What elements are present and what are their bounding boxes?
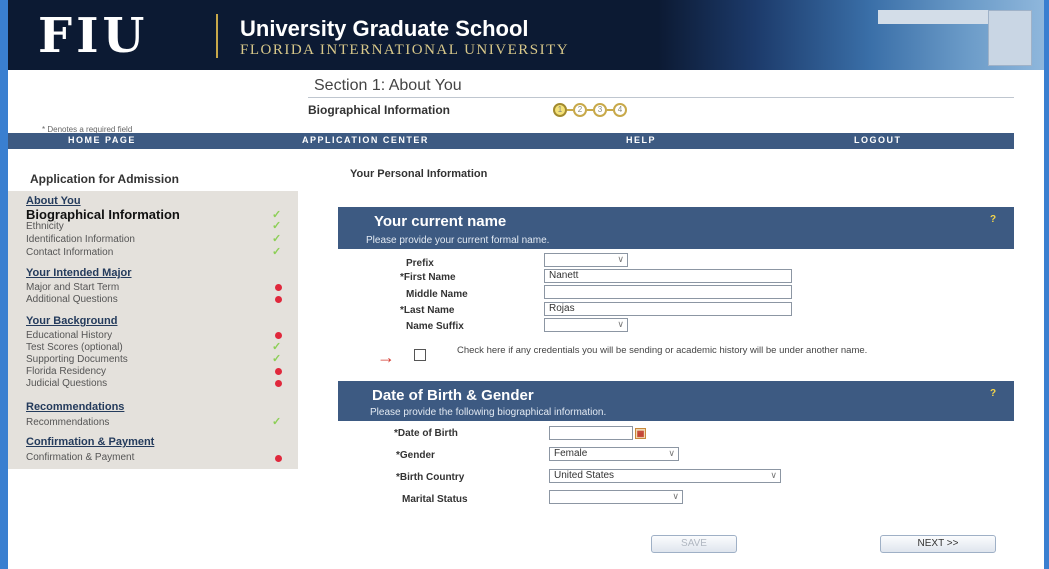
credentials-checkbox[interactable] xyxy=(414,349,426,361)
main-nav: HOME PAGE APPLICATION CENTER HELP LOGOUT xyxy=(8,133,1014,149)
sidebar-item-biographical-information[interactable]: Biographical Information xyxy=(26,207,180,222)
incomplete-dot-icon xyxy=(275,296,282,303)
sidebar-item-additional-questions[interactable]: Additional Questions xyxy=(26,294,118,305)
middle-name-field[interactable] xyxy=(544,285,792,299)
incomplete-dot-icon xyxy=(275,380,282,387)
sidebar-item-contact-information[interactable]: Contact Information xyxy=(26,247,113,258)
incomplete-dot-icon xyxy=(275,332,282,339)
sidebar-heading-about-you[interactable]: About You xyxy=(26,195,81,207)
sidebar-item-florida-residency[interactable]: Florida Residency xyxy=(26,366,106,377)
dob-field[interactable] xyxy=(549,426,633,440)
help-icon[interactable]: ? xyxy=(990,215,1002,225)
gender-label: *Gender xyxy=(396,450,435,461)
site-header: FIU University Graduate School FLORIDA I… xyxy=(8,0,1044,70)
first-name-label: *First Name xyxy=(400,272,456,283)
check-icon: ✓ xyxy=(272,416,282,428)
fiu-logo: FIU xyxy=(38,8,149,64)
university-name: FLORIDA INTERNATIONAL UNIVERSITY xyxy=(240,42,570,58)
name-suffix-select[interactable] xyxy=(544,318,628,332)
check-icon: ✓ xyxy=(272,353,282,365)
incomplete-dot-icon xyxy=(275,368,282,375)
birth-gender-panel-header: Date of Birth & Gender Please provide th… xyxy=(338,381,1014,421)
progress-steps: 1 2 3 4 xyxy=(553,103,627,117)
gender-select[interactable]: Female xyxy=(549,447,679,461)
nav-home-page[interactable]: HOME PAGE xyxy=(68,135,136,145)
nav-help[interactable]: HELP xyxy=(626,135,656,145)
birth-gender-subtitle: Please provide the following biographica… xyxy=(370,407,607,418)
section-divider xyxy=(308,97,1014,98)
last-name-label: *Last Name xyxy=(400,305,455,316)
check-icon: ✓ xyxy=(272,220,282,232)
incomplete-dot-icon xyxy=(275,284,282,291)
current-name-panel-header: Your current name Please provide your cu… xyxy=(338,207,1014,249)
step-2-indicator: 2 xyxy=(573,103,587,117)
first-name-field[interactable]: Nanett xyxy=(544,269,792,283)
marital-status-select[interactable] xyxy=(549,490,683,504)
calendar-icon[interactable]: ▦ xyxy=(635,428,646,439)
save-button[interactable]: SAVE xyxy=(651,535,737,553)
sidebar-item-ethnicity[interactable]: Ethnicity xyxy=(26,221,64,232)
page-subtitle: Biographical Information xyxy=(308,103,451,117)
application-page: FIU University Graduate School FLORIDA I… xyxy=(8,0,1044,569)
sidebar-item-supporting-documents[interactable]: Supporting Documents xyxy=(26,354,128,365)
sidebar-item-identification-information[interactable]: Identification Information xyxy=(26,234,135,245)
sidebar-item-judicial-questions[interactable]: Judicial Questions xyxy=(26,378,107,389)
sidebar-item-confirmation-payment[interactable]: Confirmation & Payment xyxy=(26,452,134,463)
sidebar-heading-intended-major[interactable]: Your Intended Major xyxy=(26,267,132,279)
prefix-select[interactable] xyxy=(544,253,628,267)
help-icon[interactable]: ? xyxy=(990,389,1002,399)
dob-label: *Date of Birth xyxy=(394,428,458,439)
arrow-right-icon: → xyxy=(377,347,395,367)
prefix-label: Prefix xyxy=(406,258,434,269)
incomplete-dot-icon xyxy=(275,455,282,462)
step-4-indicator: 4 xyxy=(613,103,627,117)
sidebar-heading-background[interactable]: Your Background xyxy=(26,315,117,327)
campus-building-roof xyxy=(878,10,988,24)
birth-country-select[interactable]: United States xyxy=(549,469,781,483)
birth-country-label: *Birth Country xyxy=(396,472,465,483)
campus-building xyxy=(988,10,1032,66)
middle-name-label: Middle Name xyxy=(406,289,468,300)
sidebar-heading-recommendations[interactable]: Recommendations xyxy=(26,401,124,413)
section-title: Section 1: About You xyxy=(314,77,462,94)
logo-divider xyxy=(216,14,218,58)
last-name-field[interactable]: Rojas xyxy=(544,302,792,316)
sidebar-item-recommendations[interactable]: Recommendations xyxy=(26,417,109,428)
marital-status-label: Marital Status xyxy=(402,494,468,505)
check-icon: ✓ xyxy=(272,233,282,245)
nav-application-center[interactable]: APPLICATION CENTER xyxy=(302,135,429,145)
step-1-indicator: 1 xyxy=(553,103,567,117)
sidebar-item-test-scores[interactable]: Test Scores (optional) xyxy=(26,342,123,353)
credentials-label: Check here if any credentials you will b… xyxy=(457,345,868,356)
birth-gender-title: Date of Birth & Gender xyxy=(372,387,534,404)
next-button[interactable]: NEXT >> xyxy=(880,535,996,553)
check-icon: ✓ xyxy=(272,246,282,258)
current-name-subtitle: Please provide your current formal name. xyxy=(366,235,550,246)
sidebar-title: Application for Admission xyxy=(30,172,179,186)
sidebar-item-major-and-start-term[interactable]: Major and Start Term xyxy=(26,282,119,293)
name-suffix-label: Name Suffix xyxy=(406,321,464,332)
school-name: University Graduate School xyxy=(240,16,529,41)
current-name-title: Your current name xyxy=(374,213,507,230)
sidebar: About You Biographical Information ✓ Eth… xyxy=(8,191,298,469)
nav-logout[interactable]: LOGOUT xyxy=(854,135,902,145)
sidebar-item-educational-history[interactable]: Educational History xyxy=(26,330,112,341)
sidebar-heading-confirmation-payment[interactable]: Confirmation & Payment xyxy=(26,436,154,448)
step-3-indicator: 3 xyxy=(593,103,607,117)
personal-info-heading: Your Personal Information xyxy=(350,168,488,180)
